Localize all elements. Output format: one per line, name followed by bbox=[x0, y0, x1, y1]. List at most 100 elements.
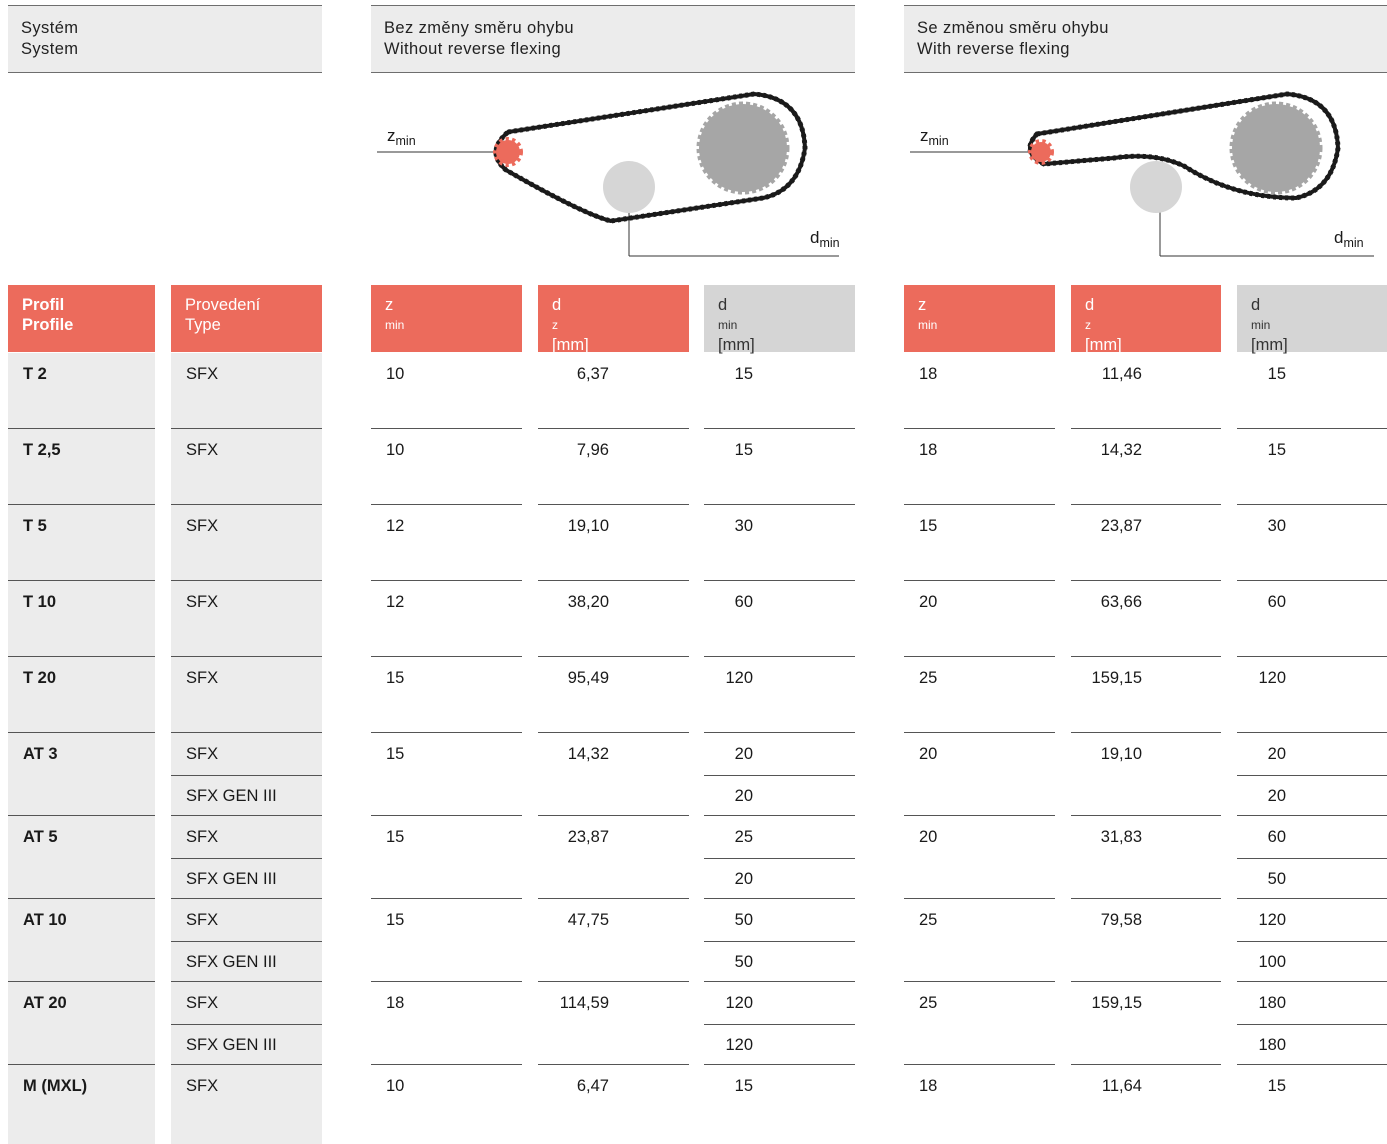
dmin-cell: 15 bbox=[1267, 441, 1286, 459]
dmin-cell: 60 bbox=[1267, 593, 1286, 611]
sub-row-divider bbox=[171, 940, 322, 942]
row-divider bbox=[1071, 580, 1221, 581]
dz-cell: 31,83 bbox=[1100, 828, 1142, 846]
sub-row-divider bbox=[704, 1023, 855, 1025]
reverse-idler-pulley bbox=[1130, 161, 1182, 213]
zmin-cell: 20 bbox=[919, 828, 938, 846]
sub-row-divider bbox=[1237, 774, 1387, 776]
row-divider bbox=[371, 504, 522, 505]
no-reverse-header-cz: Bez změny směru ohybu bbox=[384, 19, 574, 37]
reverse-header-cz: Se změnou směru ohybu bbox=[917, 19, 1109, 37]
row-divider bbox=[1237, 656, 1387, 657]
zmin-cell: 15 bbox=[386, 669, 405, 687]
type-cell: SFX GEN III bbox=[186, 952, 277, 971]
table-row bbox=[0, 505, 1, 506]
row-divider bbox=[704, 428, 855, 429]
zmin-cell: 18 bbox=[919, 1077, 938, 1095]
dz-cell: 23,87 bbox=[1100, 517, 1142, 535]
dmin-cell: 180 bbox=[1258, 994, 1286, 1012]
profile-cell: T 2 bbox=[23, 365, 47, 383]
dz-cell: 114,59 bbox=[559, 994, 609, 1012]
small-pulley bbox=[493, 137, 523, 167]
zmin-cell: 25 bbox=[919, 994, 938, 1012]
zmin-cell: 12 bbox=[386, 593, 405, 611]
dmin-cell: 20 bbox=[1267, 745, 1286, 763]
dmin-cell: 50 bbox=[1267, 869, 1286, 888]
dmin-cell: 15 bbox=[734, 1077, 753, 1095]
reverse-header-en: With reverse flexing bbox=[917, 40, 1070, 58]
dz-cell: 19,10 bbox=[567, 517, 609, 535]
dmin-cell: 15 bbox=[1267, 1077, 1286, 1095]
row-divider bbox=[1237, 981, 1387, 982]
row-divider bbox=[371, 1064, 522, 1065]
type-cell: SFX bbox=[186, 365, 219, 383]
row-divider bbox=[371, 981, 522, 982]
dz-cell: 23,87 bbox=[567, 828, 609, 846]
row-divider bbox=[1237, 898, 1387, 899]
zmin-cell: 15 bbox=[919, 517, 938, 535]
zmin-cell: 18 bbox=[919, 365, 938, 383]
sub-row-divider bbox=[704, 857, 855, 859]
sub-row-divider bbox=[1237, 940, 1387, 942]
col-header-profile: Profil Profile bbox=[8, 285, 155, 352]
row-divider bbox=[171, 1064, 322, 1065]
row-divider bbox=[1237, 428, 1387, 429]
row-divider bbox=[904, 732, 1055, 733]
system-header-en: System bbox=[21, 40, 79, 58]
dmin-cell: 120 bbox=[1258, 911, 1286, 929]
table-row bbox=[0, 982, 1, 983]
zmin-cell: 15 bbox=[386, 828, 405, 846]
dz-cell: 159,15 bbox=[1091, 669, 1142, 687]
table-row bbox=[0, 429, 1, 430]
row-divider bbox=[171, 504, 322, 505]
row-divider bbox=[1237, 1064, 1387, 1065]
dz-cell: 95,49 bbox=[567, 669, 609, 687]
type-cell: SFX bbox=[186, 593, 219, 611]
zmin-cell: 18 bbox=[919, 441, 938, 459]
row-divider bbox=[538, 580, 689, 581]
sub-row-divider bbox=[171, 1023, 322, 1025]
row-divider bbox=[171, 732, 322, 733]
dmin-cell: 100 bbox=[1258, 952, 1286, 971]
col-header-dmin-b: d min [mm] bbox=[1237, 285, 1387, 354]
profile-cell: AT 20 bbox=[23, 994, 67, 1012]
sub-row-divider bbox=[704, 940, 855, 942]
sub-row-divider bbox=[1237, 857, 1387, 859]
sub-row-divider bbox=[171, 857, 322, 859]
row-divider bbox=[371, 815, 522, 816]
dmin-cell: 15 bbox=[734, 365, 753, 383]
dz-cell: 6,37 bbox=[576, 365, 609, 383]
zmin-cell: 20 bbox=[919, 593, 938, 611]
dz-cell: 159,15 bbox=[1091, 994, 1142, 1012]
col-header-zmin-b: z min bbox=[904, 285, 1055, 352]
row-divider bbox=[904, 898, 1055, 899]
dz-cell: 79,58 bbox=[1100, 911, 1142, 929]
dmin-label-2: dmin bbox=[1334, 228, 1364, 250]
type-cell: SFX bbox=[186, 911, 219, 929]
zmin-cell: 18 bbox=[386, 994, 405, 1012]
row-divider bbox=[538, 981, 689, 982]
dmin-cell: 15 bbox=[1267, 365, 1286, 383]
dz-cell: 19,10 bbox=[1100, 745, 1142, 763]
row-divider bbox=[704, 981, 855, 982]
row-divider bbox=[538, 504, 689, 505]
row-divider bbox=[8, 732, 155, 733]
row-divider bbox=[171, 898, 322, 899]
row-divider bbox=[171, 656, 322, 657]
dmin-cell: 25 bbox=[734, 828, 753, 846]
col-header-type: Provedení Type bbox=[171, 285, 322, 352]
dz-cell: 14,32 bbox=[1100, 441, 1142, 459]
dmin-cell: 20 bbox=[734, 786, 753, 805]
zmin-cell: 25 bbox=[919, 911, 938, 929]
dz-cell: 11,46 bbox=[1101, 365, 1142, 383]
system-header-cz: Systém bbox=[21, 19, 79, 37]
row-divider bbox=[1071, 898, 1221, 899]
table-row bbox=[0, 657, 1, 658]
row-divider bbox=[704, 732, 855, 733]
profile-cell: T 5 bbox=[23, 517, 47, 535]
dz-cell: 6,47 bbox=[576, 1077, 609, 1095]
dmin-cell: 20 bbox=[1267, 786, 1286, 805]
type-cell: SFX bbox=[186, 669, 219, 687]
row-divider bbox=[904, 815, 1055, 816]
row-divider bbox=[538, 656, 689, 657]
